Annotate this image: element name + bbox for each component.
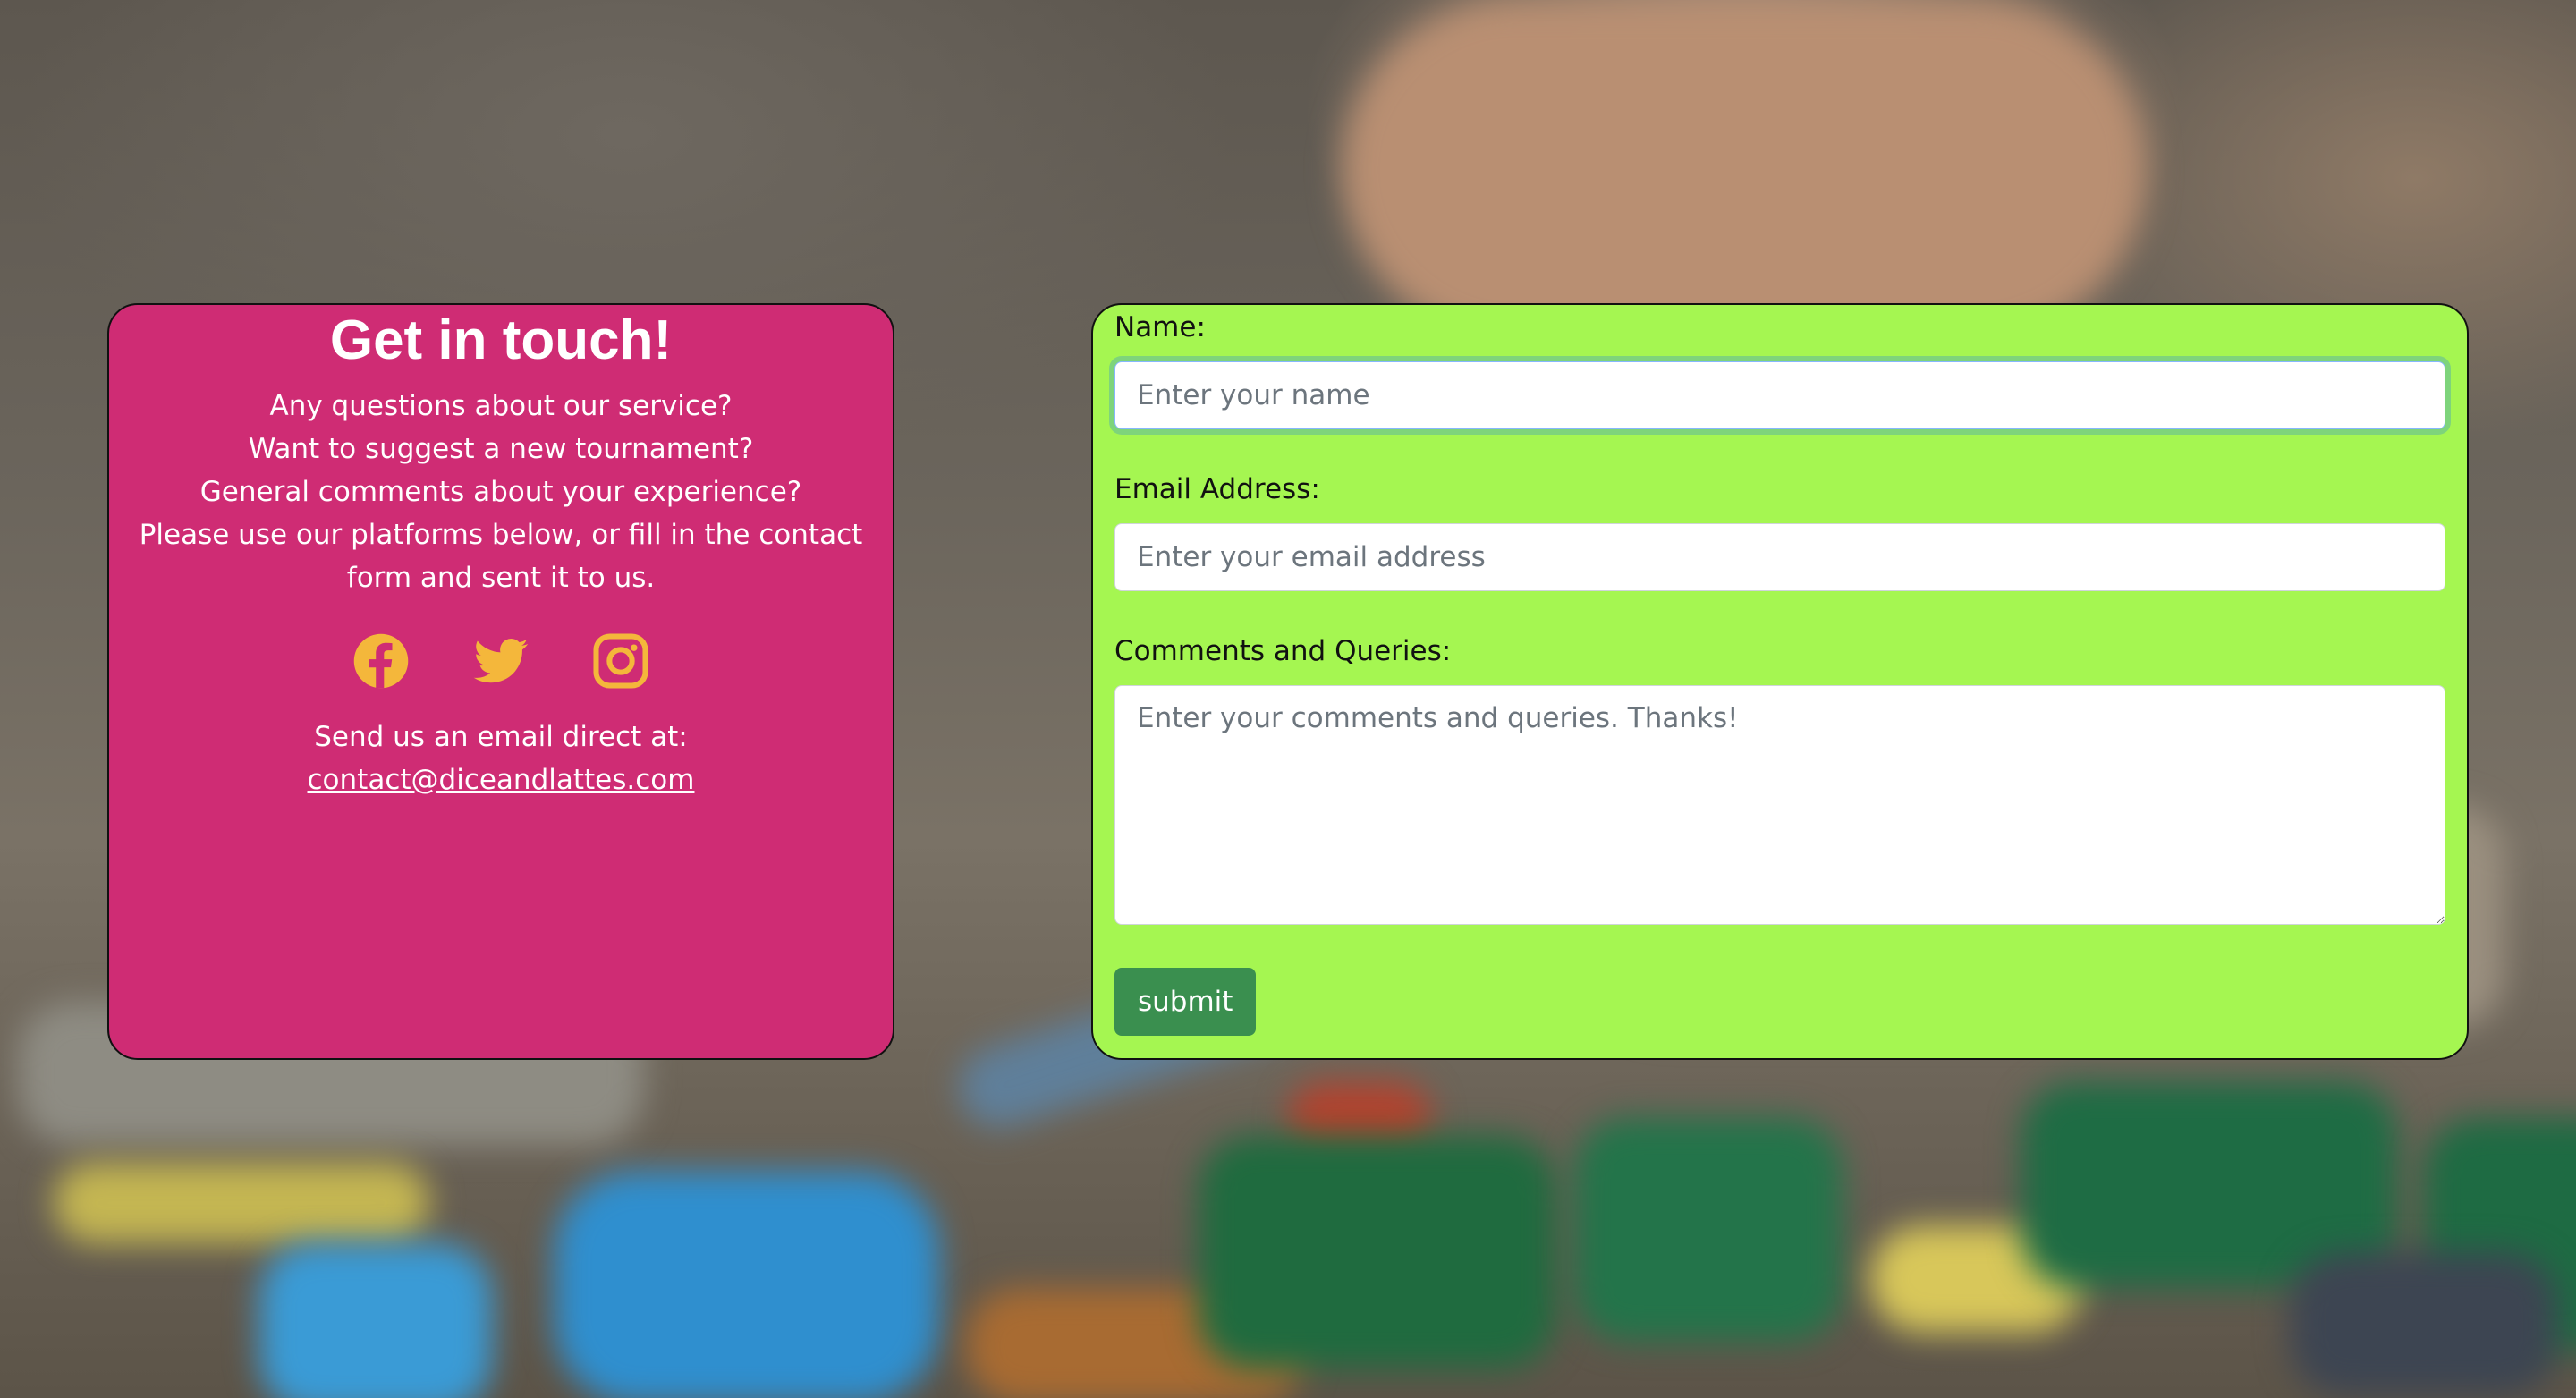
twitter-link[interactable]	[471, 631, 530, 691]
email-direct-label: Send us an email direct at:	[314, 721, 688, 753]
bg-piece-blur	[1574, 1118, 1843, 1342]
bg-piece-blur	[54, 1163, 429, 1243]
facebook-link[interactable]	[352, 631, 411, 691]
contact-line: Please use our platforms below, or fill …	[139, 519, 863, 551]
contact-line: form and sent it to us.	[346, 562, 656, 594]
bg-hand-blur	[1342, 0, 2147, 340]
contact-line: General comments about your experience?	[199, 476, 802, 508]
submit-button[interactable]: submit	[1114, 968, 1257, 1036]
email-link[interactable]: contact@diceandlattes.com	[308, 764, 695, 796]
instagram-link[interactable]	[591, 631, 650, 691]
facebook-icon	[353, 633, 409, 689]
name-input[interactable]	[1114, 361, 2445, 429]
bg-piece-blur	[2290, 1252, 2558, 1395]
contact-line: Any questions about our service?	[269, 390, 733, 422]
bg-piece-blur	[1199, 1136, 1556, 1368]
bg-piece-blur	[259, 1243, 492, 1398]
name-label: Name:	[1114, 311, 1206, 343]
email-label: Email Address:	[1114, 473, 1320, 505]
contact-info-card: Get in touch! Any questions about our se…	[107, 303, 894, 1060]
contact-form: Name: Email Address: Comments and Querie…	[1091, 303, 2469, 1060]
email-input[interactable]	[1114, 523, 2445, 591]
comments-label: Comments and Queries:	[1114, 635, 1452, 667]
bg-piece-blur	[555, 1172, 939, 1398]
comments-textarea[interactable]	[1114, 685, 2445, 925]
social-links	[109, 631, 893, 691]
contact-description: Any questions about our service? Want to…	[109, 385, 893, 599]
instagram-icon	[593, 633, 648, 689]
contact-title: Get in touch!	[329, 309, 673, 371]
contact-line: Want to suggest a new tournament?	[248, 433, 754, 465]
twitter-icon	[473, 639, 529, 683]
